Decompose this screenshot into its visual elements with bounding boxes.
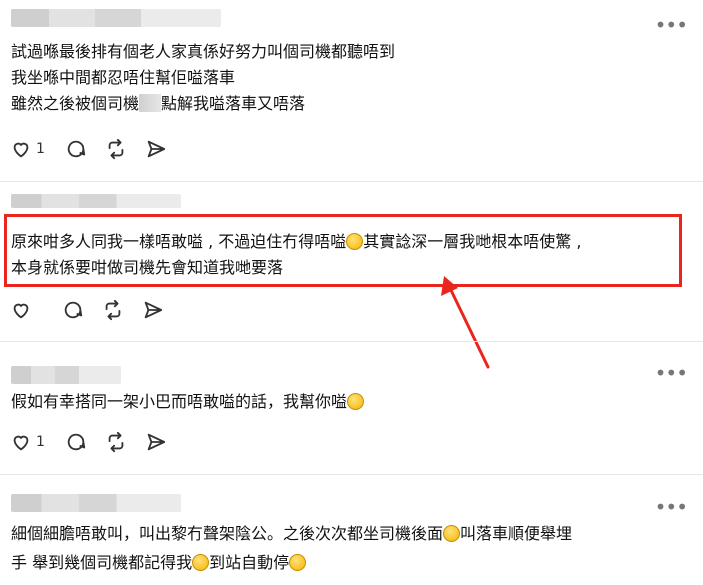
repost-button[interactable] [102,299,124,321]
post-actions: 1 [10,430,185,454]
post-actions [10,298,182,322]
repost-button[interactable] [105,431,127,453]
heart-icon [13,435,29,451]
comment-button[interactable] [65,138,87,160]
like-count: 1 [36,141,45,157]
post-text-line: 手 舉到幾個司機都記得我 到站自動停 [11,551,307,575]
highlight-box [4,214,682,287]
rofl-emoji-icon [192,554,210,571]
comment-button[interactable] [65,431,87,453]
comment-icon [64,301,83,319]
more-icon[interactable]: ••• [655,497,688,517]
share-button[interactable] [145,431,167,453]
like-count: 1 [36,434,45,450]
share-button[interactable] [145,138,167,160]
share-icon [147,433,166,451]
blurred-username [11,9,221,27]
repost-icon [108,138,124,160]
more-icon[interactable]: ••• [655,363,688,383]
post-actions: 1 [10,137,185,161]
heart-icon [13,142,29,158]
repost-icon [105,299,121,321]
share-icon [144,301,163,319]
post-text-line: 雖然之後被個司機 點解我嗌落車又唔落 [11,94,306,113]
share-icon [147,140,166,158]
comment-icon [67,433,86,451]
comment-icon [67,140,86,158]
divider [0,341,703,342]
blurred-username [11,494,181,512]
more-icon[interactable]: ••• [655,15,688,35]
repost-button[interactable] [105,138,127,160]
post-text-line: 細個細膽唔敢叫，叫出黎冇聲架陰公。之後次次都坐司機後面 叫落車順便舉埋 [11,524,573,543]
post-text-line: 試過喺最後排有個老人家真係好努力叫個司機都聽唔到 [11,42,396,61]
redacted-word [139,94,162,112]
like-button[interactable] [10,299,32,321]
post-text-line: 假如有幸搭同一架小巴而唔敢嗌的話，我幫你嗌 [11,390,365,414]
blurred-username [11,366,121,384]
divider [0,181,703,182]
repost-icon [108,431,124,453]
smiling-emoji-icon [289,554,307,571]
like-button[interactable]: 1 [10,431,47,453]
comment-button[interactable] [62,299,84,321]
post-text-line: 我坐喺中間都忍唔住幫佢嗌落車 [11,68,236,87]
ok-hand-emoji-icon [347,393,365,410]
rofl-emoji-icon [443,525,461,542]
divider [0,474,703,475]
like-button[interactable]: 1 [10,138,47,160]
blurred-username [11,194,181,208]
share-button[interactable] [142,299,164,321]
heart-icon [13,303,29,319]
